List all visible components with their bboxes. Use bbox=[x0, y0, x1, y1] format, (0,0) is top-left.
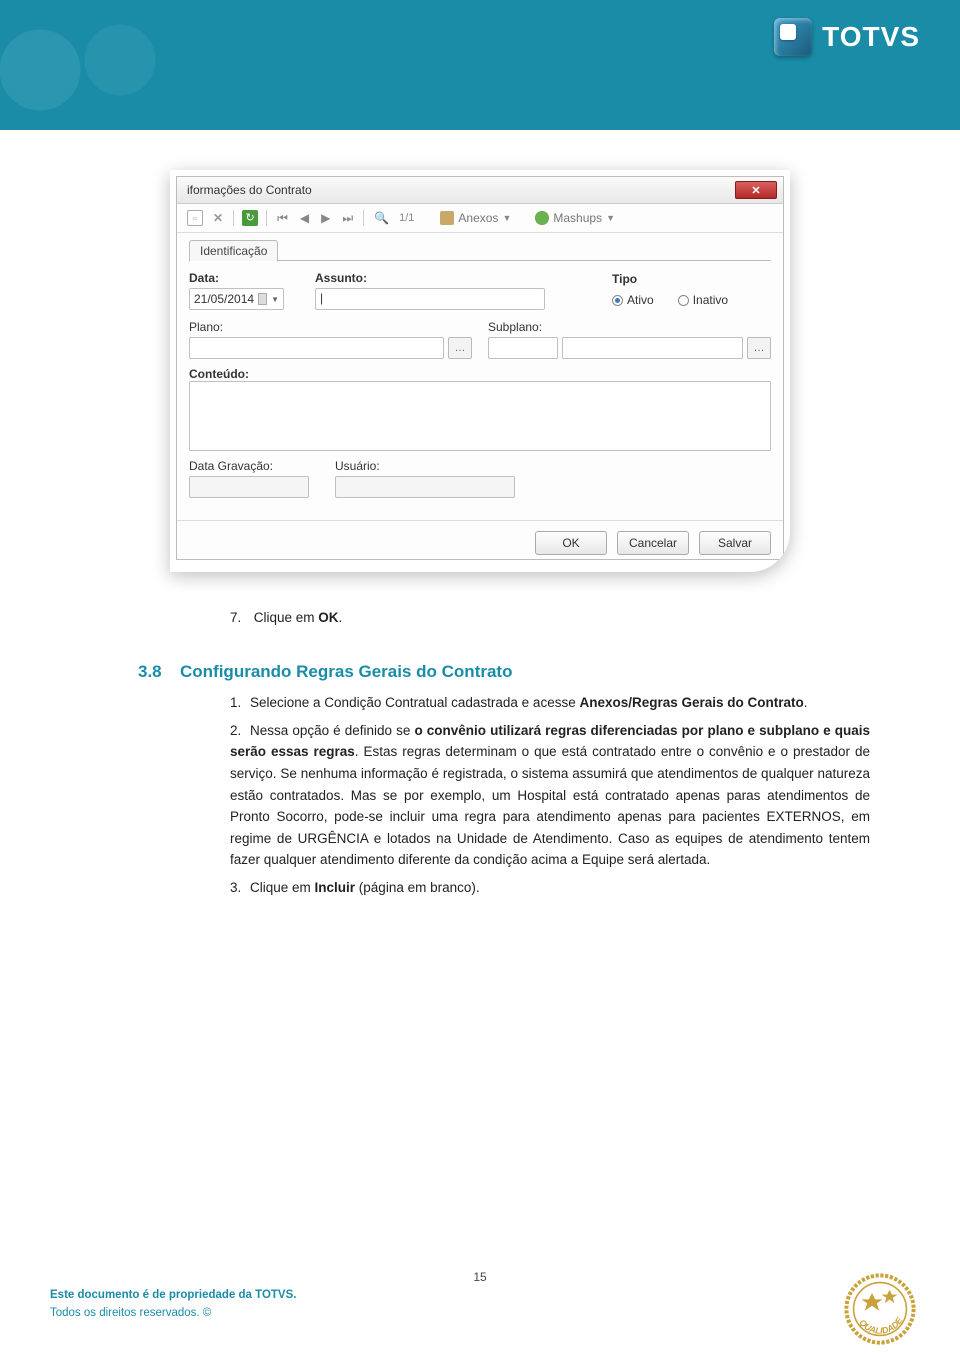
subplano-lookup-button[interactable]: … bbox=[747, 337, 771, 359]
globe-icon bbox=[535, 211, 549, 225]
footer-copyright: Este documento é de propriedade da TOTVS… bbox=[50, 1286, 296, 1323]
conteudo-field[interactable] bbox=[189, 381, 771, 451]
list-item-3: 3.Clique em Incluir (página em branco). bbox=[230, 877, 870, 899]
logo-text: TOTVS bbox=[822, 21, 920, 53]
separator-icon bbox=[363, 210, 364, 226]
conteudo-label: Conteúdo: bbox=[189, 367, 249, 381]
refresh-icon[interactable]: ↻ bbox=[242, 210, 258, 226]
assunto-field[interactable]: | bbox=[315, 288, 545, 310]
mashups-dropdown[interactable]: Mashups ▼ bbox=[535, 211, 615, 225]
data-gravacao-label: Data Gravação: bbox=[189, 459, 319, 473]
folder-icon bbox=[440, 211, 454, 225]
dialog-titlebar: iformações do Contrato ✕ bbox=[177, 177, 783, 204]
separator-icon bbox=[233, 210, 234, 226]
data-label: Data: bbox=[189, 271, 299, 285]
radio-icon bbox=[678, 295, 689, 306]
ok-button[interactable]: OK bbox=[535, 531, 607, 555]
dialog-screenshot: iformações do Contrato ✕ ▫ ✕ ↻ ⏮ ◀ ▶ ⏭ bbox=[170, 170, 790, 572]
chevron-down-icon: ▼ bbox=[606, 213, 615, 223]
cancelar-button[interactable]: Cancelar bbox=[617, 531, 689, 555]
section-heading: 3.8Configurando Regras Gerais do Contrat… bbox=[138, 662, 870, 682]
footer: Este documento é de propriedade da TOTVS… bbox=[0, 1264, 960, 1344]
separator-icon bbox=[266, 210, 267, 226]
logo: TOTVS bbox=[774, 18, 920, 56]
dialog-window: iformações do Contrato ✕ ▫ ✕ ↻ ⏮ ◀ ▶ ⏭ bbox=[176, 176, 784, 560]
quality-stamp-icon: QUALIDADE DOC bbox=[840, 1269, 920, 1349]
usuario-label: Usuário: bbox=[335, 459, 515, 473]
subplano-code-field[interactable] bbox=[488, 337, 558, 359]
assunto-label: Assunto: bbox=[315, 271, 595, 285]
search-icon[interactable]: 🔍 bbox=[372, 211, 391, 225]
subplano-label: Subplano: bbox=[488, 320, 771, 334]
step-7: 7. Clique em OK. bbox=[230, 608, 870, 628]
new-icon[interactable]: ▫ bbox=[187, 210, 203, 226]
radio-icon bbox=[612, 295, 623, 306]
radio-inativo[interactable]: Inativo bbox=[678, 293, 728, 307]
anexos-dropdown[interactable]: Anexos ▼ bbox=[440, 211, 511, 225]
tipo-label: Tipo bbox=[612, 272, 770, 286]
list-item-2: 2.Nessa opção é definido se o convênio u… bbox=[230, 720, 870, 871]
salvar-button[interactable]: Salvar bbox=[699, 531, 771, 555]
delete-icon[interactable]: ✕ bbox=[211, 211, 225, 225]
usuario-field bbox=[335, 476, 515, 498]
next-icon[interactable]: ▶ bbox=[319, 211, 332, 225]
logo-cube-icon bbox=[774, 18, 812, 56]
first-icon[interactable]: ⏮ bbox=[275, 211, 290, 226]
list-item-1: 1.Selecione a Condição Contratual cadast… bbox=[230, 692, 870, 714]
data-field[interactable]: 21/05/2014 ▼ bbox=[189, 288, 284, 310]
radio-ativo[interactable]: Ativo bbox=[612, 293, 654, 307]
page-indicator: 1/1 bbox=[399, 212, 414, 224]
data-gravacao-field bbox=[189, 476, 309, 498]
page-content: iformações do Contrato ✕ ▫ ✕ ↻ ⏮ ◀ ▶ ⏭ bbox=[0, 130, 960, 899]
subplano-field[interactable] bbox=[562, 337, 743, 359]
chevron-down-icon: ▼ bbox=[502, 213, 511, 223]
close-button[interactable]: ✕ bbox=[735, 181, 777, 199]
prev-icon[interactable]: ◀ bbox=[298, 211, 311, 225]
close-icon: ✕ bbox=[751, 184, 760, 197]
dialog-toolbar: ▫ ✕ ↻ ⏮ ◀ ▶ ⏭ 🔍 1/1 Anexos bbox=[177, 204, 783, 233]
calendar-icon[interactable] bbox=[258, 293, 267, 305]
tab-identificacao[interactable]: Identificação bbox=[189, 240, 278, 262]
header-banner: TOTVS bbox=[0, 0, 960, 130]
plano-label: Plano: bbox=[189, 320, 472, 334]
dialog-title: iformações do Contrato bbox=[187, 183, 312, 197]
last-icon[interactable]: ⏭ bbox=[340, 211, 355, 226]
plano-lookup-button[interactable]: … bbox=[448, 337, 472, 359]
chevron-down-icon[interactable]: ▼ bbox=[271, 295, 279, 304]
plano-field[interactable] bbox=[189, 337, 444, 359]
